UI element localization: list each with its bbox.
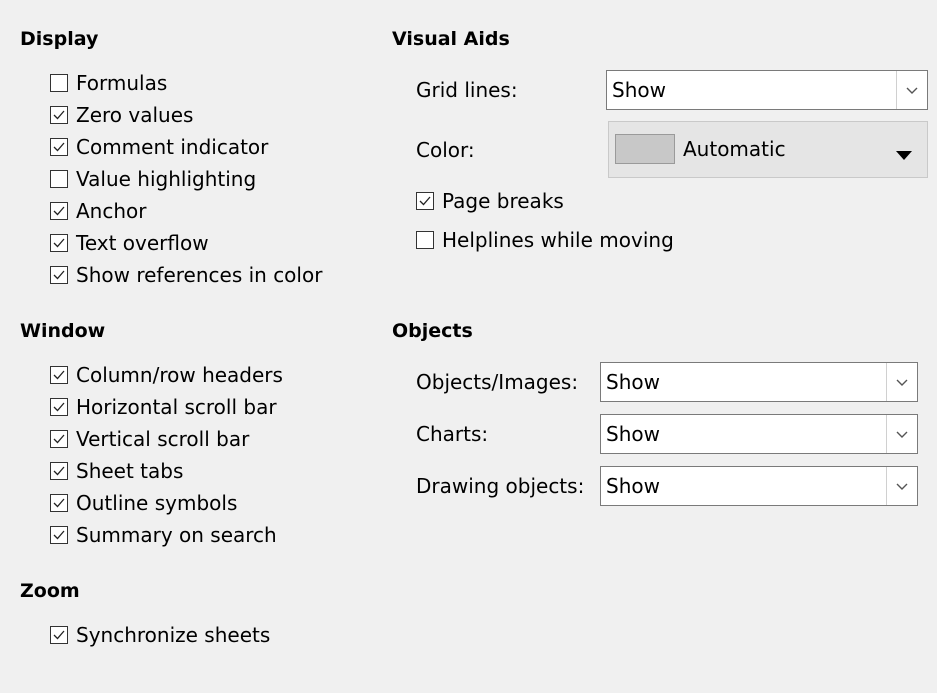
formulas-checkbox[interactable]: Formulas <box>50 68 167 98</box>
checkbox-box[interactable] <box>50 234 68 252</box>
checkbox-box[interactable] <box>416 192 434 210</box>
drawing-objects-label: Drawing objects: <box>416 474 585 498</box>
objects-images-label: Objects/Images: <box>416 370 579 394</box>
checkbox-label: Synchronize sheets <box>76 623 271 647</box>
checkbox-label: Formulas <box>76 71 168 95</box>
checkbox-label: Zero values <box>76 103 194 127</box>
color-label: Color: <box>416 138 475 162</box>
charts-select[interactable]: Show <box>600 414 918 454</box>
checkmark-icon <box>53 630 65 640</box>
chevron-down-icon[interactable] <box>886 415 917 453</box>
chevron-down-icon[interactable] <box>886 467 917 505</box>
grid-lines-label: Grid lines: <box>416 78 518 102</box>
outline-symbols-checkbox[interactable]: Outline symbols <box>50 488 237 518</box>
window-section-title: Window <box>20 320 106 342</box>
checkmark-icon <box>53 498 65 508</box>
show-references-in-color-checkbox[interactable]: Show references in color <box>50 260 322 290</box>
drawing-objects-select[interactable]: Show <box>600 466 918 506</box>
summary-on-search-checkbox[interactable]: Summary on search <box>50 520 277 550</box>
checkbox-box[interactable] <box>50 430 68 448</box>
zoom-section-title: Zoom <box>20 580 80 602</box>
checkmark-icon <box>419 196 431 206</box>
horizontal-scroll-bar-checkbox[interactable]: Horizontal scroll bar <box>50 392 277 422</box>
checkbox-box[interactable] <box>416 231 434 249</box>
checkbox-box[interactable] <box>50 494 68 512</box>
objects-images-select[interactable]: Show <box>600 362 918 402</box>
checkbox-box[interactable] <box>50 398 68 416</box>
checkmark-icon <box>53 434 65 444</box>
checkbox-label: Horizontal scroll bar <box>76 395 277 419</box>
text-overflow-checkbox[interactable]: Text overflow <box>50 228 209 258</box>
checkbox-label: Text overflow <box>76 231 209 255</box>
checkbox-label: Comment indicator <box>76 135 269 159</box>
checkbox-label: Summary on search <box>76 523 277 547</box>
checkbox-label: Anchor <box>76 199 147 223</box>
checkbox-label: Outline symbols <box>76 491 238 515</box>
objects-section-title: Objects <box>392 320 473 342</box>
checkbox-box[interactable] <box>50 626 68 644</box>
checkbox-box[interactable] <box>50 170 68 188</box>
page-breaks-checkbox[interactable]: Page breaks <box>416 186 564 216</box>
chevron-down-icon[interactable] <box>886 363 917 401</box>
checkbox-label: Helplines while moving <box>442 228 674 252</box>
column-row-headers-checkbox[interactable]: Column/row headers <box>50 360 283 390</box>
checkmark-icon <box>53 110 65 120</box>
checkbox-box[interactable] <box>50 266 68 284</box>
visual-aids-section-title: Visual Aids <box>392 28 510 50</box>
comment-indicator-checkbox[interactable]: Comment indicator <box>50 132 268 162</box>
checkbox-label: Sheet tabs <box>76 459 184 483</box>
display-section-title: Display <box>20 28 99 50</box>
checkmark-icon <box>53 402 65 412</box>
grid-lines-value: Show <box>612 78 666 102</box>
checkbox-box[interactable] <box>50 138 68 156</box>
grid-lines-select[interactable]: Show <box>606 70 928 110</box>
helplines-while-moving-checkbox[interactable]: Helplines while moving <box>416 225 674 255</box>
objects-images-value: Show <box>606 370 660 394</box>
charts-value: Show <box>606 422 660 446</box>
color-dropdown[interactable]: Automatic <box>608 121 928 178</box>
drawing-objects-value: Show <box>606 474 660 498</box>
checkbox-box[interactable] <box>50 526 68 544</box>
checkmark-icon <box>53 238 65 248</box>
checkbox-box[interactable] <box>50 74 68 92</box>
checkbox-label: Page breaks <box>442 189 564 213</box>
value-highlighting-checkbox[interactable]: Value highlighting <box>50 164 256 194</box>
checkmark-icon <box>53 530 65 540</box>
checkbox-label: Value highlighting <box>76 167 257 191</box>
zero-values-checkbox[interactable]: Zero values <box>50 100 193 130</box>
chevron-down-icon[interactable] <box>896 71 927 109</box>
checkbox-label: Column/row headers <box>76 363 283 387</box>
anchor-checkbox[interactable]: Anchor <box>50 196 147 226</box>
checkmark-icon <box>53 142 65 152</box>
sheet-tabs-checkbox[interactable]: Sheet tabs <box>50 456 183 486</box>
checkbox-box[interactable] <box>50 106 68 124</box>
checkbox-box[interactable] <box>50 366 68 384</box>
charts-label: Charts: <box>416 422 489 446</box>
synchronize-sheets-checkbox[interactable]: Synchronize sheets <box>50 620 270 650</box>
checkmark-icon <box>53 206 65 216</box>
checkbox-box[interactable] <box>50 462 68 480</box>
checkbox-label: Vertical scroll bar <box>76 427 250 451</box>
checkmark-icon <box>53 370 65 380</box>
triangle-down-icon[interactable] <box>895 142 913 166</box>
vertical-scroll-bar-checkbox[interactable]: Vertical scroll bar <box>50 424 249 454</box>
checkbox-label: Show references in color <box>76 263 323 287</box>
checkmark-icon <box>53 466 65 476</box>
color-value: Automatic <box>683 137 786 161</box>
checkmark-icon <box>53 270 65 280</box>
color-swatch <box>615 134 675 164</box>
checkbox-box[interactable] <box>50 202 68 220</box>
